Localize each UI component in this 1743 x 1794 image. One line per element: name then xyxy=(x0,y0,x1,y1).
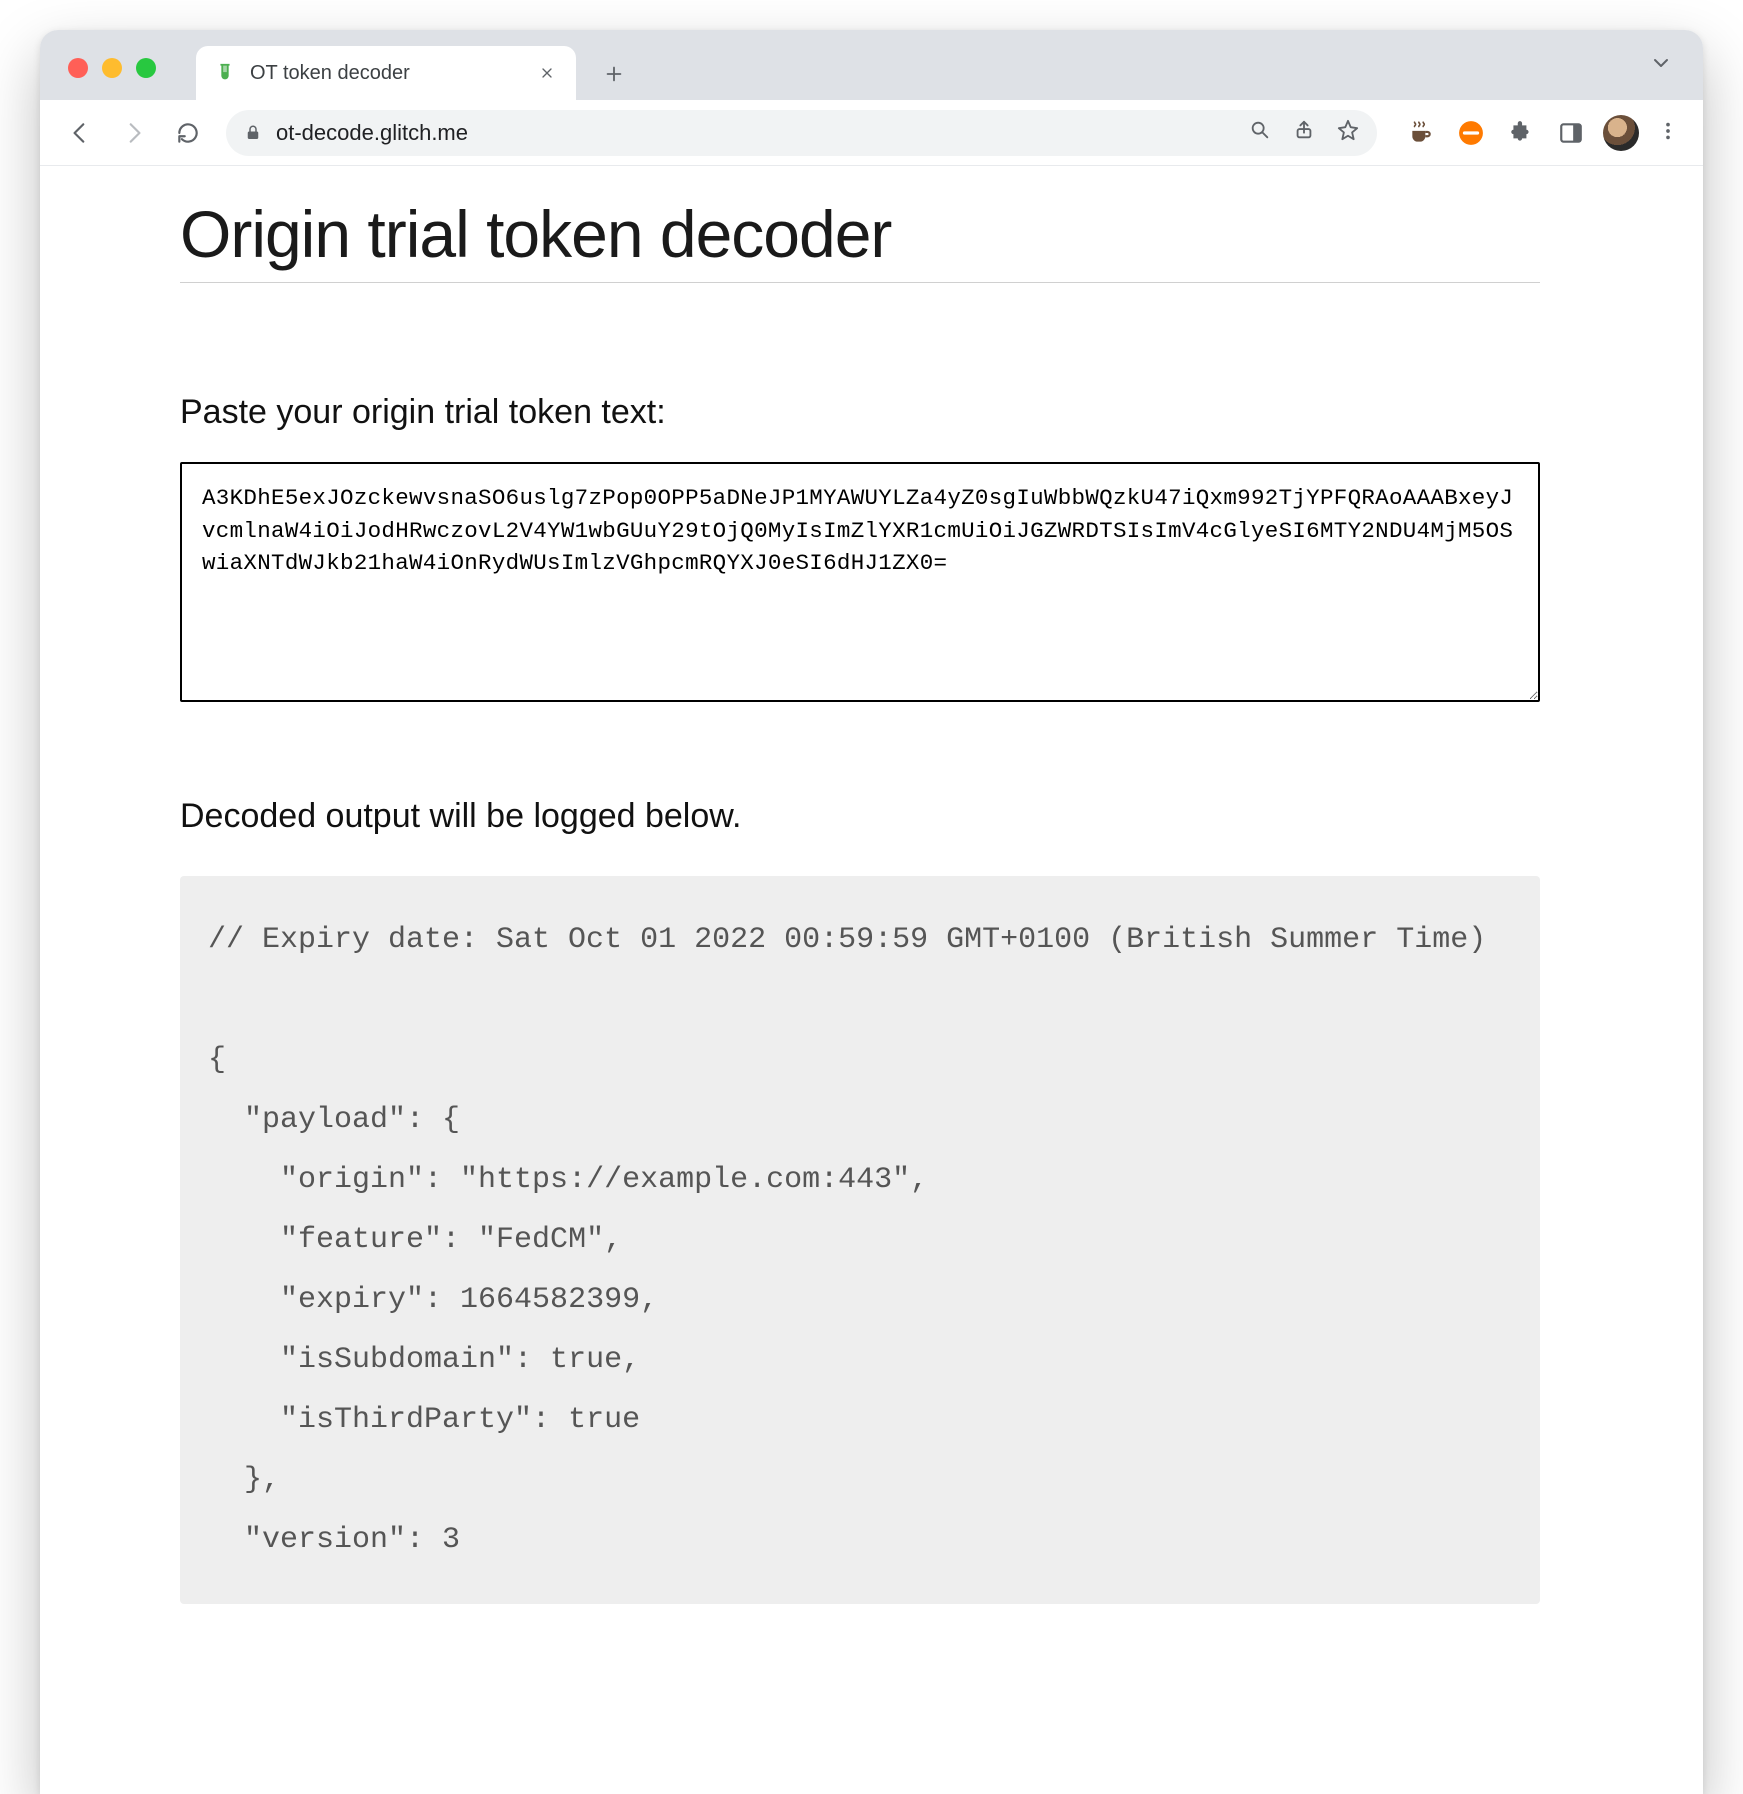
side-panel-icon[interactable] xyxy=(1551,113,1591,153)
browser-window: OT token decoder xyxy=(40,30,1703,1794)
window-minimize-button[interactable] xyxy=(102,58,122,78)
avatar-icon xyxy=(1603,115,1639,151)
search-icon[interactable] xyxy=(1249,119,1271,147)
share-icon[interactable] xyxy=(1293,119,1315,147)
test-tube-icon xyxy=(214,62,236,84)
page-title: Origin trial token decoder xyxy=(180,196,1540,272)
profile-avatar[interactable] xyxy=(1601,113,1641,153)
tab-strip: OT token decoder xyxy=(40,30,1703,100)
close-tab-button[interactable] xyxy=(536,62,558,84)
window-controls xyxy=(68,58,156,78)
reload-button[interactable] xyxy=(166,111,210,155)
output-label: Decoded output will be logged below. xyxy=(180,797,1540,836)
new-tab-button[interactable] xyxy=(594,54,634,94)
browser-menu-button[interactable] xyxy=(1651,117,1685,149)
url-text: ot-decode.glitch.me xyxy=(276,120,1249,146)
bookmark-icon[interactable] xyxy=(1337,119,1359,147)
extension-orange-icon[interactable] xyxy=(1451,113,1491,153)
divider xyxy=(180,282,1540,283)
token-input-label: Paste your origin trial token text: xyxy=(180,393,1540,432)
token-input[interactable] xyxy=(180,462,1540,702)
page-viewport: Origin trial token decoder Paste your or… xyxy=(40,166,1703,1794)
extension-coffee-icon[interactable] xyxy=(1401,113,1441,153)
tabs-dropdown-button[interactable] xyxy=(1649,51,1673,82)
extensions-menu-icon[interactable] xyxy=(1501,113,1541,153)
tab-title: OT token decoder xyxy=(250,62,522,85)
forward-button[interactable] xyxy=(112,111,156,155)
window-maximize-button[interactable] xyxy=(136,58,156,78)
decoded-output: // Expiry date: Sat Oct 01 2022 00:59:59… xyxy=(180,876,1540,1604)
browser-tab[interactable]: OT token decoder xyxy=(196,46,576,100)
back-button[interactable] xyxy=(58,111,102,155)
browser-toolbar: ot-decode.glitch.me xyxy=(40,100,1703,166)
lock-icon xyxy=(244,124,262,142)
address-bar[interactable]: ot-decode.glitch.me xyxy=(226,110,1377,156)
window-close-button[interactable] xyxy=(68,58,88,78)
extensions-area xyxy=(1401,113,1685,153)
